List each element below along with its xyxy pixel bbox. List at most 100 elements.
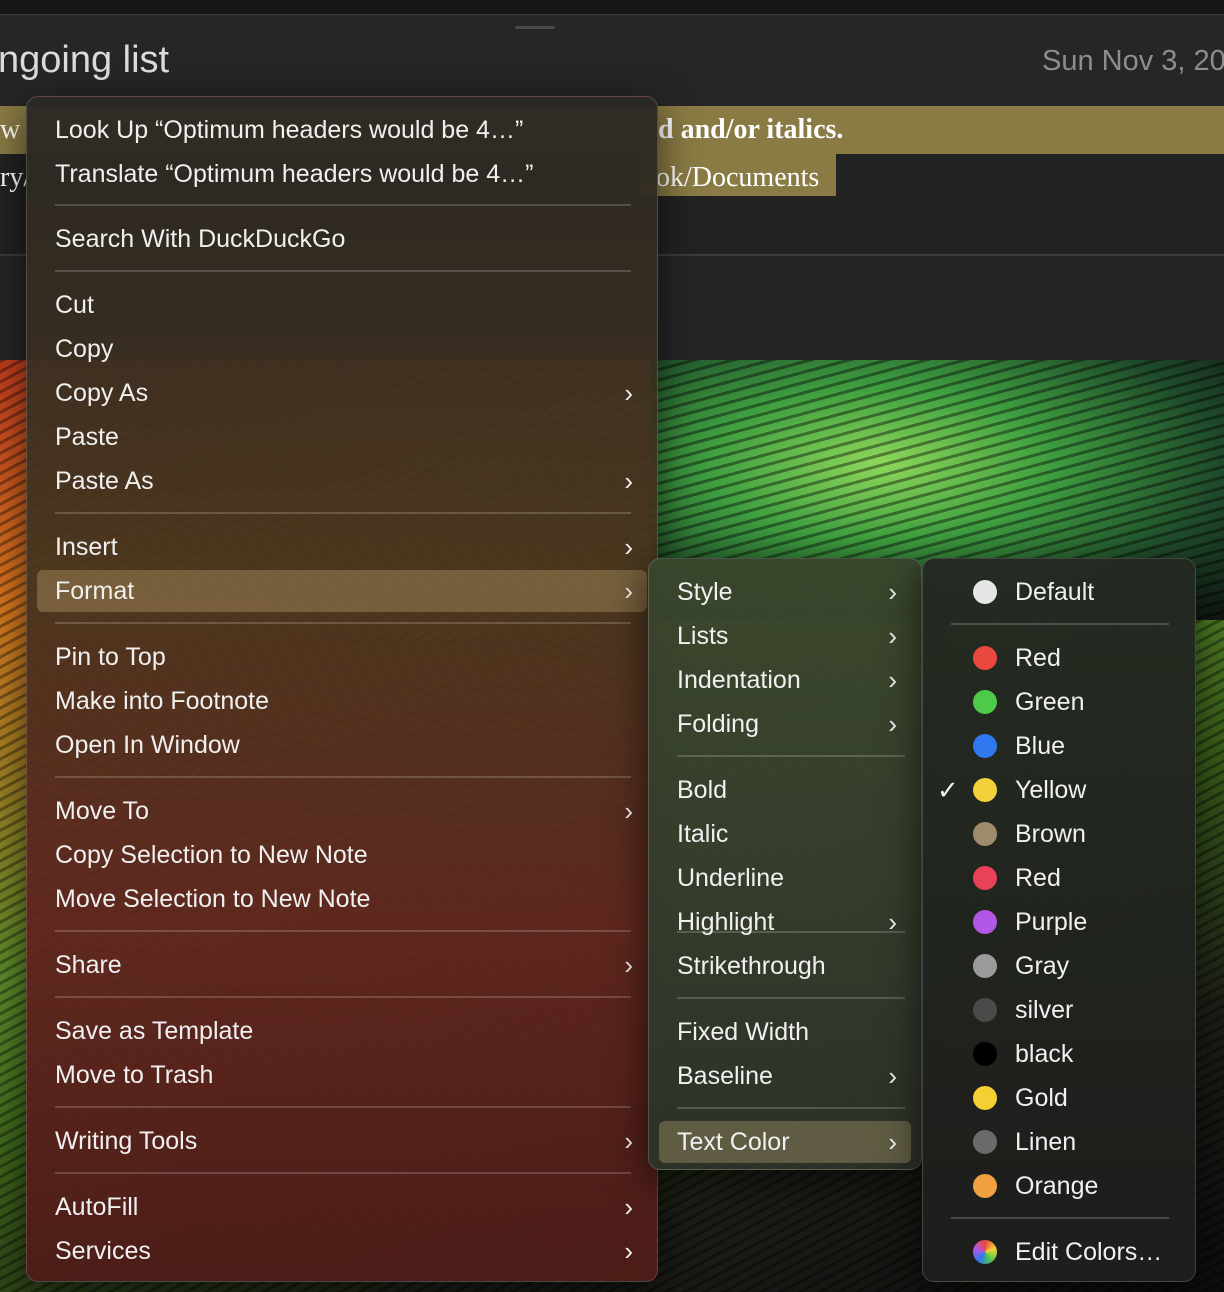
main_menu-item-translate-optimum-headers-would-be-4[interactable]: Translate “Optimum headers would be 4…” bbox=[37, 153, 647, 195]
color_menu-item-default-0[interactable]: Default bbox=[933, 571, 1185, 613]
main_menu-item-label: Services bbox=[55, 1237, 151, 1265]
format_menu-item-italic[interactable]: Italic bbox=[659, 813, 911, 855]
context-menu: Look Up “Optimum headers would be 4…” Tra… bbox=[26, 96, 658, 1282]
color_menu-item-label: Red bbox=[1015, 644, 1061, 672]
main_menu-item-move-selection-to-new-note[interactable]: Move Selection to New Note bbox=[37, 878, 647, 920]
chevron-right-icon: › bbox=[888, 709, 897, 739]
color_menu-item-orange-13[interactable]: Orange bbox=[933, 1165, 1185, 1207]
main_menu-item-copy-selection-to-new-note[interactable]: Copy Selection to New Note bbox=[37, 834, 647, 876]
format_menu-item-folding[interactable]: Folding › bbox=[659, 703, 911, 745]
color_menu-item-label: Orange bbox=[1015, 1172, 1099, 1200]
main_menu-item-insert[interactable]: Insert › bbox=[37, 526, 647, 568]
color-swatch-icon bbox=[973, 1130, 997, 1154]
menu-separator bbox=[55, 204, 631, 206]
color_menu-item-label: silver bbox=[1015, 996, 1074, 1024]
main_menu-item-label: Writing Tools bbox=[55, 1127, 198, 1155]
main_menu-item-label: Look Up “Optimum headers would be 4…” bbox=[55, 116, 524, 144]
color_menu-item-gray-8[interactable]: Gray bbox=[933, 945, 1185, 987]
chevron-right-icon: › bbox=[888, 907, 897, 937]
color-swatch-icon bbox=[973, 1042, 997, 1066]
menu-separator bbox=[677, 931, 905, 933]
color-swatch-icon bbox=[973, 778, 997, 802]
menu-separator bbox=[55, 512, 631, 514]
format_menu-item-text-color[interactable]: Text Color › bbox=[659, 1121, 911, 1163]
main_menu-item-writing-tools[interactable]: Writing Tools › bbox=[37, 1120, 647, 1162]
selected-text-path: ok/Documents bbox=[656, 162, 820, 193]
main_menu-item-paste[interactable]: Paste bbox=[37, 416, 647, 458]
color_menu-item-gold-11[interactable]: Gold bbox=[933, 1077, 1185, 1119]
color_menu-item-label: Red bbox=[1015, 864, 1061, 892]
color-swatch-icon bbox=[973, 866, 997, 890]
color_menu-item-label: Purple bbox=[1015, 908, 1088, 936]
format_menu-item-fixed-width[interactable]: Fixed Width bbox=[659, 1011, 911, 1053]
chevron-right-icon: › bbox=[624, 1236, 633, 1266]
main_menu-item-cut[interactable]: Cut bbox=[37, 284, 647, 326]
color_menu-item-yellow-4[interactable]: ✓ Yellow bbox=[933, 769, 1185, 811]
main_menu-item-move-to-trash[interactable]: Move to Trash bbox=[37, 1054, 647, 1096]
main_menu-item-search-with-duckduckgo[interactable]: Search With DuckDuckGo bbox=[37, 218, 647, 260]
main_menu-item-share[interactable]: Share › bbox=[37, 944, 647, 986]
main_menu-item-label: Paste bbox=[55, 423, 119, 451]
color-swatch-icon bbox=[973, 910, 997, 934]
format_menu-item-lists[interactable]: Lists › bbox=[659, 615, 911, 657]
menu-separator bbox=[55, 930, 631, 932]
main_menu-item-pin-to-top[interactable]: Pin to Top bbox=[37, 636, 647, 678]
main_menu-item-label: Cut bbox=[55, 291, 94, 319]
main_menu-item-autofill[interactable]: AutoFill › bbox=[37, 1186, 647, 1228]
chevron-right-icon: › bbox=[624, 796, 633, 826]
window-top-strip bbox=[0, 0, 1224, 15]
color_menu-item-silver-9[interactable]: silver bbox=[933, 989, 1185, 1031]
main_menu-item-label: Format bbox=[55, 577, 135, 605]
chevron-right-icon: › bbox=[624, 466, 633, 496]
main_menu-item-format[interactable]: Format › bbox=[37, 570, 647, 612]
note-header: ngoing list Sun Nov 3, 20 bbox=[0, 15, 1224, 106]
main_menu-item-label: Translate “Optimum headers would be 4…” bbox=[55, 160, 534, 188]
menu-separator bbox=[55, 776, 631, 778]
main_menu-item-label: AutoFill bbox=[55, 1193, 139, 1221]
chevron-right-icon: › bbox=[888, 577, 897, 607]
format_menu-item-label: Baseline bbox=[677, 1062, 773, 1090]
color_menu-item-black-10[interactable]: black bbox=[933, 1033, 1185, 1075]
color_menu-item-label: Linen bbox=[1015, 1128, 1077, 1156]
main_menu-item-label: Search With DuckDuckGo bbox=[55, 225, 346, 253]
main_menu-item-label: Save as Template bbox=[55, 1017, 254, 1045]
chevron-right-icon: › bbox=[624, 950, 633, 980]
format_menu-item-label: Style bbox=[677, 578, 733, 606]
menu-separator bbox=[55, 1172, 631, 1174]
main_menu-item-label: Move Selection to New Note bbox=[55, 885, 371, 913]
format_menu-item-baseline[interactable]: Baseline › bbox=[659, 1055, 911, 1097]
main_menu-item-copy[interactable]: Copy bbox=[37, 328, 647, 370]
main_menu-item-save-as-template[interactable]: Save as Template bbox=[37, 1010, 647, 1052]
format_menu-item-underline[interactable]: Underline bbox=[659, 857, 911, 899]
color_menu-item-purple-7[interactable]: Purple bbox=[933, 901, 1185, 943]
main_menu-item-copy-as[interactable]: Copy As › bbox=[37, 372, 647, 414]
color_menu-item-label: Green bbox=[1015, 688, 1085, 716]
menu-separator bbox=[951, 1217, 1169, 1219]
color_menu-item-green-2[interactable]: Green bbox=[933, 681, 1185, 723]
color_menu-item-label: Default bbox=[1015, 578, 1095, 606]
format_menu-item-strikethrough[interactable]: Strikethrough bbox=[659, 945, 911, 987]
main_menu-item-label: Paste As bbox=[55, 467, 154, 495]
color_menu-item-red-1[interactable]: Red bbox=[933, 637, 1185, 679]
color_menu-item-brown-5[interactable]: Brown bbox=[933, 813, 1185, 855]
color_menu-item-blue-3[interactable]: Blue bbox=[933, 725, 1185, 767]
color_menu-item-linen-12[interactable]: Linen bbox=[933, 1121, 1185, 1163]
color-swatch-icon bbox=[973, 646, 997, 670]
main_menu-item-label: Copy bbox=[55, 335, 114, 363]
format_menu-item-bold[interactable]: Bold bbox=[659, 769, 911, 811]
color_menu-item-red-6[interactable]: Red bbox=[933, 857, 1185, 899]
format_menu-item-highlight[interactable]: Highlight › bbox=[659, 901, 911, 943]
color-swatch-icon bbox=[973, 734, 997, 758]
main_menu-item-make-into-footnote[interactable]: Make into Footnote bbox=[37, 680, 647, 722]
format_menu-item-indentation[interactable]: Indentation › bbox=[659, 659, 911, 701]
format_menu-item-label: Text Color bbox=[677, 1128, 790, 1156]
drag-handle[interactable] bbox=[515, 26, 555, 29]
note-date: Sun Nov 3, 20 bbox=[1042, 45, 1224, 77]
main_menu-item-look-up-optimum-headers-would-be-4[interactable]: Look Up “Optimum headers would be 4…” bbox=[37, 109, 647, 151]
format_menu-item-style[interactable]: Style › bbox=[659, 571, 911, 613]
main_menu-item-paste-as[interactable]: Paste As › bbox=[37, 460, 647, 502]
color_menu-item-edit-colors-14[interactable]: Edit Colors… bbox=[933, 1231, 1185, 1273]
main_menu-item-open-in-window[interactable]: Open In Window bbox=[37, 724, 647, 766]
main_menu-item-move-to[interactable]: Move To › bbox=[37, 790, 647, 832]
main_menu-item-services[interactable]: Services › bbox=[37, 1230, 647, 1272]
